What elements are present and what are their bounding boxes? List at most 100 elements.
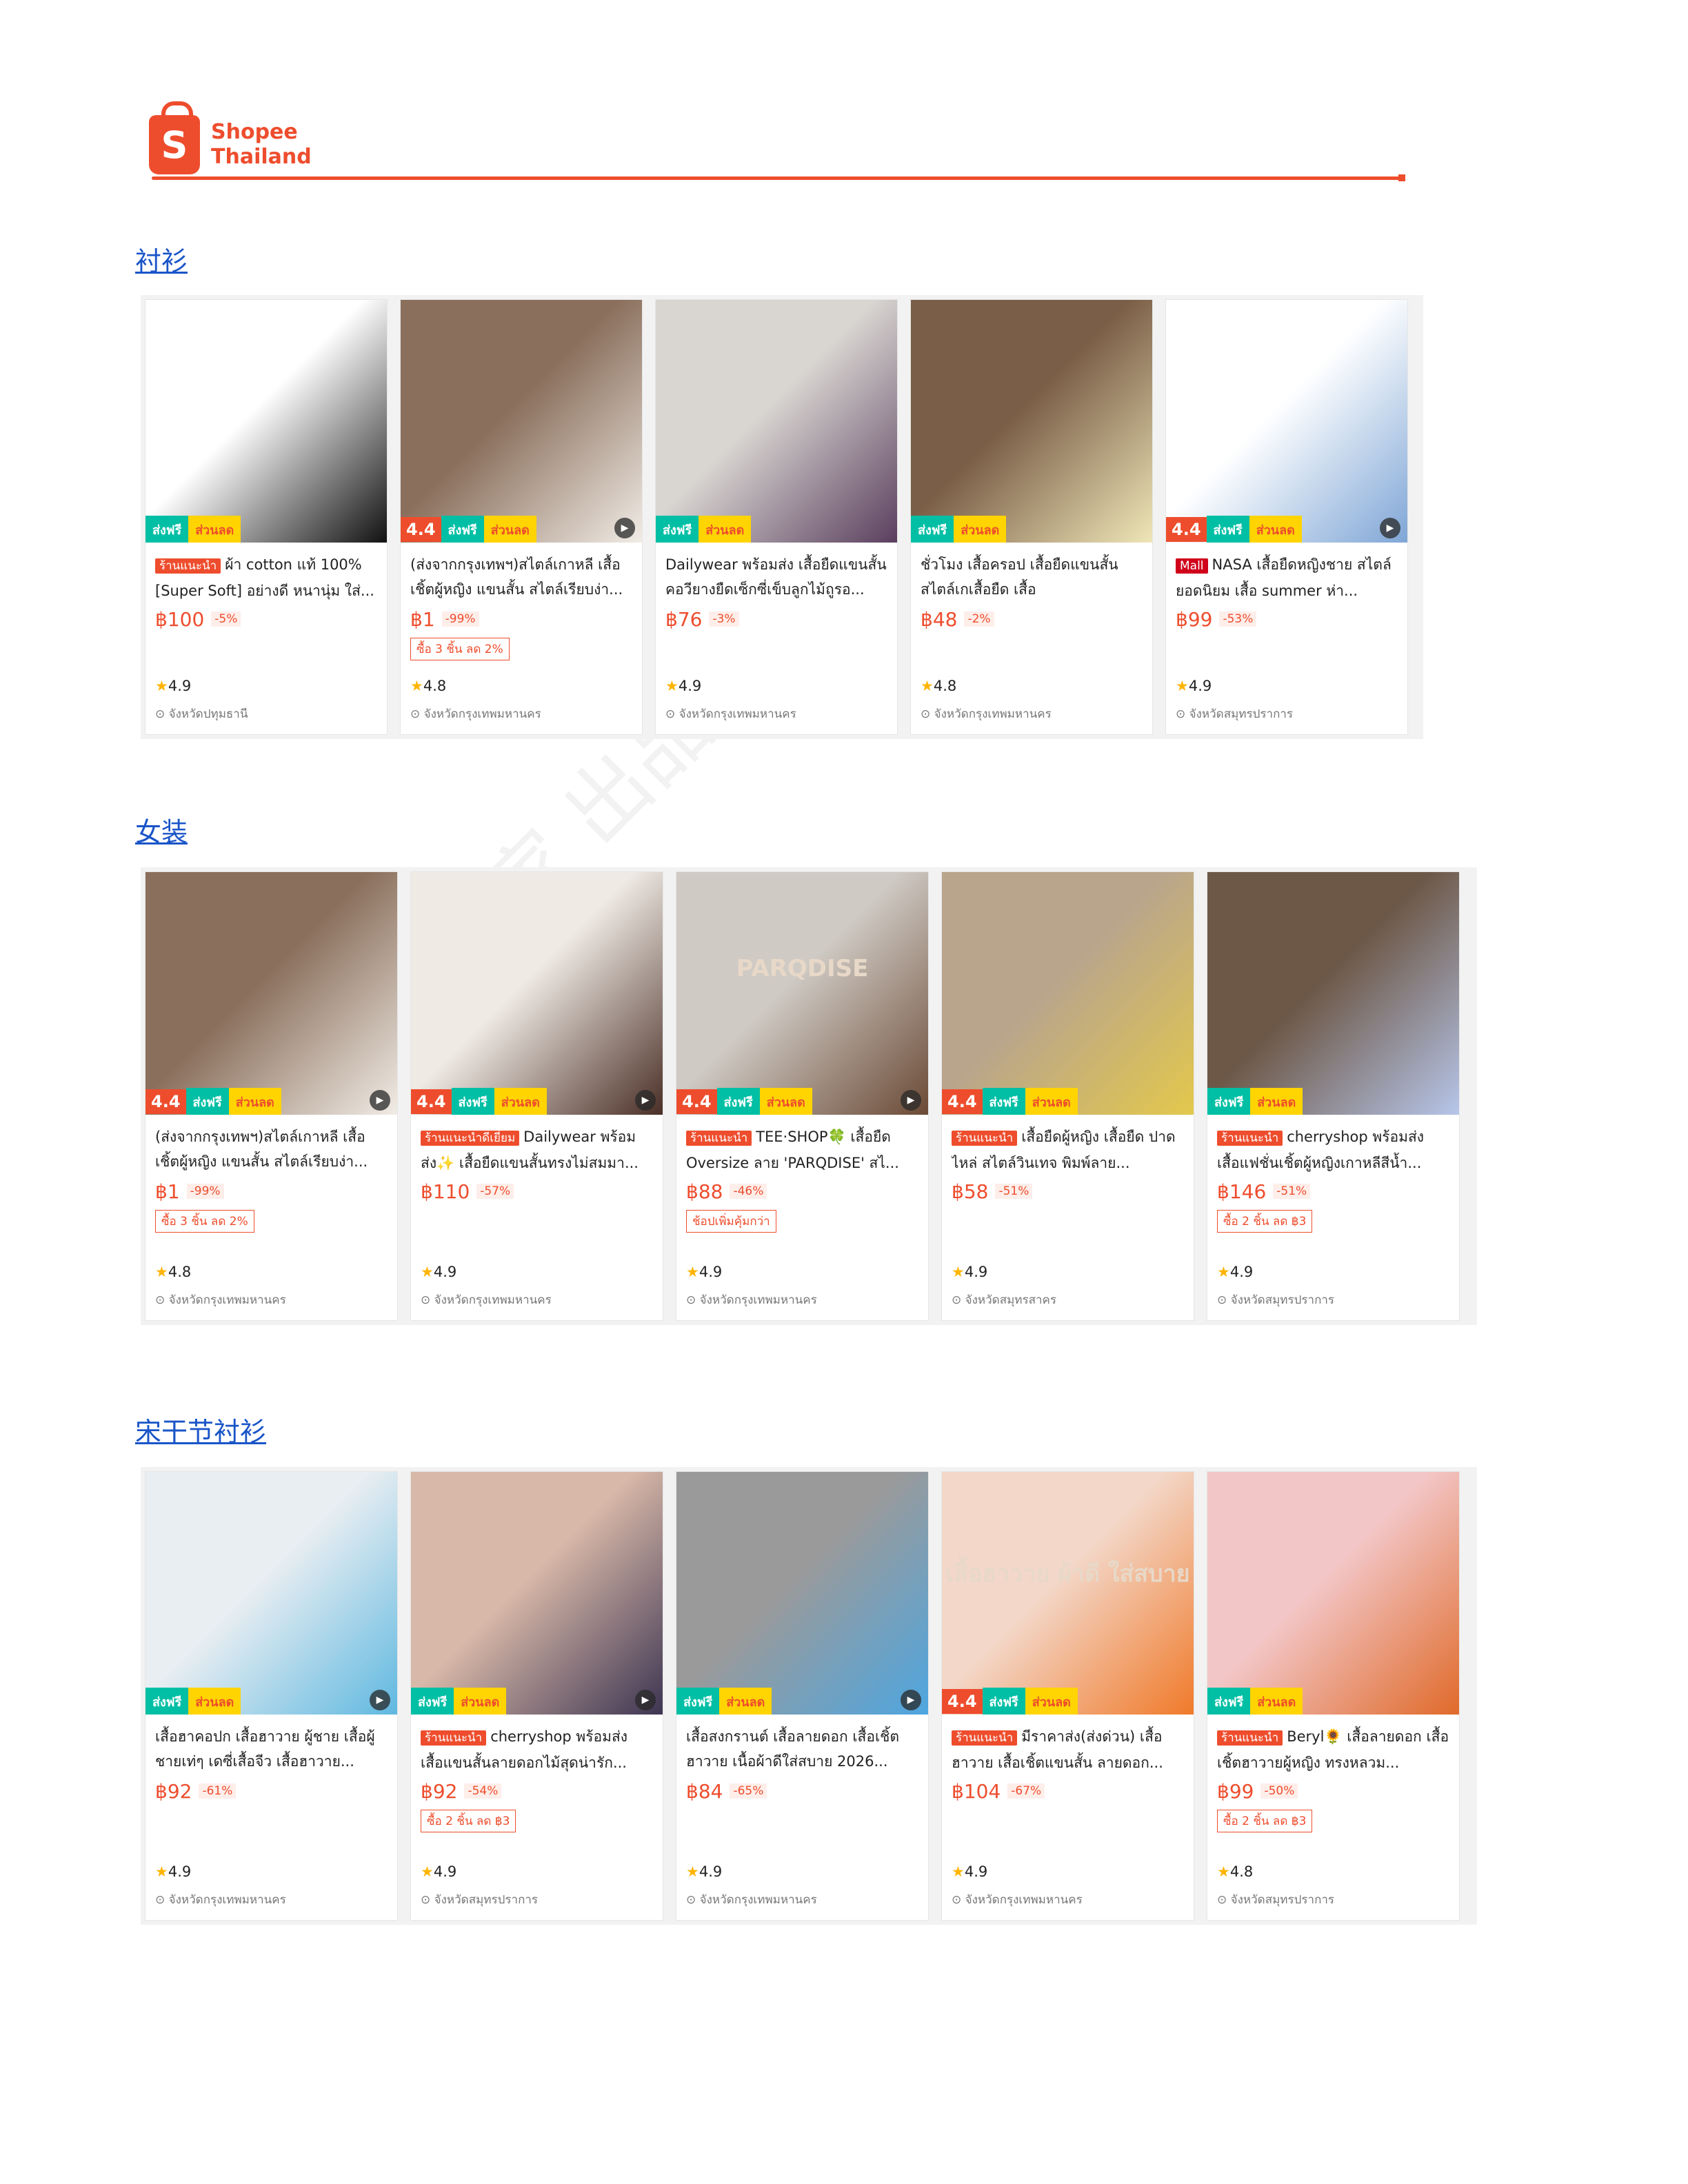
product-card[interactable]: ส่งฟรี ส่วนลดชั่วโมง เสื้อครอป เสื้อยืดแข…: [910, 299, 1153, 735]
product-title[interactable]: ร้านแนะนำ TEE·SHOP🍀 เสื้อยืด Oversize ลาย…: [686, 1124, 918, 1174]
play-icon[interactable]: ▶: [901, 1690, 921, 1710]
price-row: ฿146 -51%: [1217, 1180, 1449, 1203]
section-title-shirts[interactable]: 衬衫: [135, 240, 188, 278]
product-title[interactable]: ร้านแนะนำ มีราคาส่ง(ส่งด่วน) เสื้อฮาวาย เ…: [952, 1724, 1184, 1774]
product-info: ร้านแนะนำ TEE·SHOP🍀 เสื้อยืด Oversize ลาย…: [676, 1115, 928, 1233]
product-card[interactable]: PARQDISE 4.4 ส่งฟรี ส่วนลด ▶ ร้านแนะนำ TEE·SHO…: [676, 871, 929, 1321]
product-image[interactable]: ส่งฟรี ส่วนลด ▶: [411, 1472, 663, 1715]
play-icon[interactable]: ▶: [370, 1690, 390, 1710]
product-location: ⊙ จังหวัดสมุทรปราการ: [421, 1890, 538, 1909]
product-card[interactable]: ส่งฟรี ส่วนลด ▶ เสื้อสงกรานต์ เสื้อลายดอก เ…: [676, 1471, 929, 1921]
product-price: ฿99: [1176, 607, 1213, 631]
product-card[interactable]: 4.4 ส่งฟรี ส่วนลด ▶ (ส่งจากกรุงเทพฯ)สไตล์เกา…: [145, 871, 398, 1321]
product-image[interactable]: ส่งฟรี ส่วนลด: [1207, 872, 1459, 1115]
product-title[interactable]: (ส่งจากกรุงเทพฯ)สไตล์เกาหลี เสื้อเชิ้ตผู…: [410, 552, 632, 602]
play-icon[interactable]: ▶: [635, 1690, 656, 1710]
rating-value: 4.9: [699, 1264, 723, 1280]
location-text: จังหวัดสมุทรปราการ: [1230, 1293, 1335, 1307]
free-shipping-badge: ส่งฟรี: [1206, 515, 1249, 543]
product-location: ⊙ จังหวัดสมุทรปราการ: [1217, 1291, 1334, 1309]
product-rating: ★4.8: [921, 678, 956, 694]
product-image[interactable]: 4.4 ส่งฟรี ส่วนลด ▶: [1166, 300, 1407, 543]
play-icon[interactable]: ▶: [370, 1090, 390, 1111]
product-badges: 4.4 ส่งฟรี ส่วนลด: [676, 1087, 812, 1115]
product-card[interactable]: 4.4 ส่งฟรี ส่วนลด ▶ ร้านแนะนำดีเยี่ยม Dailywe…: [410, 871, 663, 1321]
product-info: Mall NASA เสื้อยืดหญิงชาย สไตล์ยอดนิยม เส…: [1166, 543, 1407, 631]
play-icon[interactable]: ▶: [635, 1090, 656, 1111]
product-card[interactable]: ส่งฟรี ส่วนลด Dailywear พร้อมส่ง เสื้อยืดแ…: [655, 299, 898, 735]
product-title[interactable]: (ส่งจากกรุงเทพฯ)สไตล์เกาหลี เสื้อเชิ้ตผู…: [155, 1124, 388, 1174]
product-image[interactable]: ส่งฟรี ส่วนลด: [1207, 1472, 1459, 1715]
product-title[interactable]: เสื้อฮาคอปก เสื้อฮาวาย ผู้ชาย เสื้อผู้ชา…: [155, 1724, 388, 1774]
product-card[interactable]: 4.4 ส่งฟรี ส่วนลด ▶ Mall NASA เสื้อยืดหญิงชาย…: [1165, 299, 1408, 735]
star-icon: ★: [686, 1264, 699, 1280]
product-location: ⊙ จังหวัดกรุงเทพมหานคร: [155, 1291, 286, 1309]
product-title[interactable]: Dailywear พร้อมส่ง เสื้อยืดแขนสั้น คอวีย…: [665, 552, 887, 602]
product-title[interactable]: ร้านแนะนำ cherryshop พร้อมส่ง เสื้อแขนสั้…: [421, 1724, 653, 1774]
product-info: (ส่งจากกรุงเทพฯ)สไตล์เกาหลี เสื้อเชิ้ตผู…: [401, 543, 642, 660]
product-card[interactable]: ส่งฟรี ส่วนลดร้านแนะนำ ผ้า cotton แท้ 100%…: [145, 299, 388, 735]
free-shipping-badge: ส่งฟรี: [145, 515, 189, 543]
preferred-shop-badge: ร้านแนะนำ: [952, 1131, 1018, 1146]
product-title[interactable]: ร้านแนะนำ เสื้อยืดผู้หญิง เสื้อยืด ปาดไหล…: [952, 1124, 1184, 1174]
discount-percent: -50%: [1260, 1783, 1298, 1799]
promo-tag: ซื้อ 2 ชิ้น ลด ฿3: [1217, 1810, 1313, 1832]
product-image[interactable]: 4.4 ส่งฟรี ส่วนลด ▶: [411, 872, 663, 1115]
product-image[interactable]: ส่งฟรี ส่วนลด ▶: [676, 1472, 928, 1715]
product-title[interactable]: Mall NASA เสื้อยืดหญิงชาย สไตล์ยอดนิยม เส…: [1176, 552, 1398, 602]
star-icon: ★: [1176, 678, 1189, 694]
play-icon[interactable]: ▶: [901, 1090, 921, 1111]
product-title-text: ชั่วโมง เสื้อครอป เสื้อยืดแขนสั้น สไตล์เ…: [921, 556, 1118, 598]
product-photo: [411, 872, 663, 1115]
product-card[interactable]: ส่งฟรี ส่วนลดร้านแนะนำ cherryshop พร้อมส่ง…: [1207, 871, 1460, 1321]
play-icon[interactable]: ▶: [614, 518, 635, 538]
price-row: ฿88 -46%: [686, 1180, 918, 1203]
star-icon: ★: [410, 678, 423, 694]
product-image[interactable]: ส่งฟรี ส่วนลด: [911, 300, 1152, 543]
location-pin-icon: ⊙: [686, 1893, 700, 1907]
product-image[interactable]: PARQDISE 4.4 ส่งฟรี ส่วนลด ▶: [676, 872, 928, 1115]
product-card[interactable]: ส่งฟรี ส่วนลด ▶ ร้านแนะนำ cherryshop พร้อมส่…: [410, 1471, 663, 1921]
discount-badge: ส่วนลด: [719, 1687, 772, 1715]
product-title[interactable]: ร้านแนะนำ cherryshop พร้อมส่ง เสื้อแฟชั่น…: [1217, 1124, 1449, 1174]
rating-value: 4.8: [933, 678, 957, 694]
location-text: จังหวัดสมุทรปราการ: [1230, 1893, 1335, 1907]
product-card[interactable]: 4.4 ส่งฟรี ส่วนลด ▶ (ส่งจากกรุงเทพฯ)สไตล์เกา…: [400, 299, 643, 735]
product-image[interactable]: 4.4 ส่งฟรี ส่วนลด ▶: [145, 872, 397, 1115]
product-image[interactable]: ส่งฟรี ส่วนลด: [145, 300, 387, 543]
free-shipping-badge: ส่งฟรี: [185, 1087, 229, 1115]
product-title[interactable]: ร้านแนะนำ ผ้า cotton แท้ 100% [Super Soft…: [155, 552, 377, 602]
product-card[interactable]: ส่งฟรี ส่วนลดร้านแนะนำ Beryl🌻 เสื้อลายดอก …: [1207, 1471, 1460, 1921]
rating-value: 4.9: [168, 678, 192, 694]
shopee-bag-icon: S: [149, 101, 200, 174]
price-row: ฿58 -51%: [952, 1180, 1184, 1203]
product-card[interactable]: 4.4 ส่งฟรี ส่วนลดร้านแนะนำ เสื้อยืดผู้หญิง …: [941, 871, 1194, 1321]
product-title[interactable]: ร้านแนะนำดีเยี่ยม Dailywear พร้อมส่ง✨ เสื…: [421, 1124, 653, 1174]
product-image[interactable]: 4.4 ส่งฟรี ส่วนลด ▶: [401, 300, 642, 543]
play-icon[interactable]: ▶: [1380, 518, 1400, 538]
product-image[interactable]: 4.4 ส่งฟรี ส่วนลด: [942, 872, 1194, 1115]
free-shipping-badge: ส่งฟรี: [145, 1687, 189, 1715]
star-icon: ★: [421, 1863, 434, 1880]
product-location: ⊙ จังหวัดกรุงเทพมหานคร: [155, 1890, 286, 1909]
product-image[interactable]: เสื้อฮาวาย ผ้าดี ใส่สบาย 4.4 ส่งฟรี ส่วนลด: [942, 1472, 1194, 1715]
product-location: ⊙ จังหวัดสมุทรปราการ: [1176, 705, 1293, 723]
section-title-womens-wear[interactable]: 女装: [135, 811, 188, 849]
product-title[interactable]: ชั่วโมง เสื้อครอป เสื้อยืดแขนสั้น สไตล์เ…: [921, 552, 1143, 602]
product-photo: [942, 872, 1194, 1115]
discount-percent: -61%: [199, 1783, 237, 1799]
star-icon: ★: [921, 678, 934, 694]
section-title-songkran-shirts[interactable]: 宋干节衬衫: [135, 1410, 266, 1448]
product-title[interactable]: เสื้อสงกรานต์ เสื้อลายดอก เสื้อเชิ้ตฮาวา…: [686, 1724, 918, 1774]
header-divider: [152, 176, 1400, 180]
product-card[interactable]: เสื้อฮาวาย ผ้าดี ใส่สบาย 4.4 ส่งฟรี ส่วนลดร…: [941, 1471, 1194, 1921]
product-card[interactable]: ส่งฟรี ส่วนลด ▶ เสื้อฮาคอปก เสื้อฮาวาย ผู้ช…: [145, 1471, 398, 1921]
product-image[interactable]: ส่งฟรี ส่วนลด ▶: [145, 1472, 397, 1715]
product-badges: 4.4 ส่งฟรี ส่วนลด: [1166, 515, 1302, 543]
product-title[interactable]: ร้านแนะนำ Beryl🌻 เสื้อลายดอก เสื้อเชิ้ตฮา…: [1217, 1724, 1449, 1774]
product-rating: ★4.9: [686, 1264, 722, 1280]
discount-badge: ส่วนลด: [1025, 1687, 1078, 1715]
product-rating: ★4.9: [952, 1863, 987, 1880]
product-image[interactable]: ส่งฟรี ส่วนลด: [656, 300, 897, 543]
preferred-shop-badge: ร้านแนะนำ: [952, 1730, 1018, 1746]
